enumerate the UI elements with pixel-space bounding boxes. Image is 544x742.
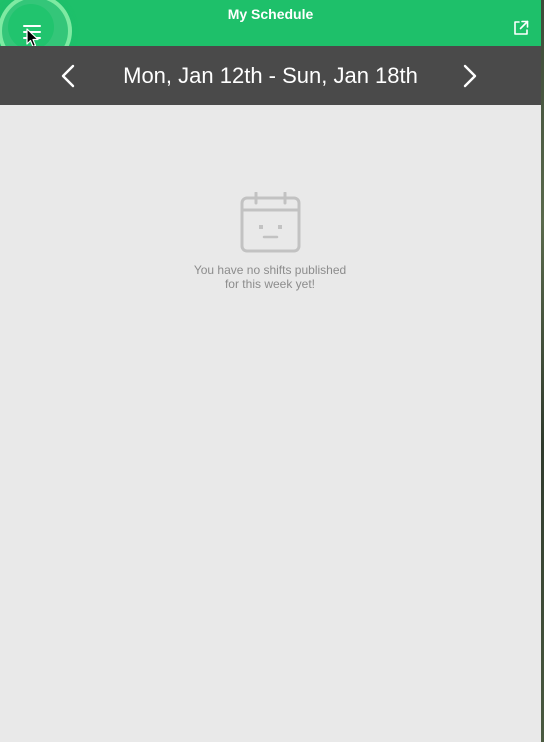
app-window: My Schedule Mon, Jan 12th - Sun, Jan 18t… [0, 0, 541, 742]
page-title: My Schedule [227, 6, 314, 22]
empty-state-line-2: for this week yet! [224, 277, 316, 291]
mouse-cursor-icon [26, 28, 39, 48]
page-title-wrap: My Schedule [0, 0, 541, 46]
empty-state-line-1: You have no shifts published [193, 263, 347, 277]
top-app-bar: My Schedule [0, 0, 541, 68]
external-link-icon[interactable] [513, 20, 529, 36]
calendar-neutral-face-icon [240, 192, 301, 253]
week-range-label: Mon, Jan 12th - Sun, Jan 18th [123, 63, 418, 88]
empty-state-message: You have no shifts published for this we… [170, 263, 370, 291]
chevron-right-icon[interactable] [462, 64, 478, 88]
week-navigator: Mon, Jan 12th - Sun, Jan 18th [0, 46, 541, 105]
